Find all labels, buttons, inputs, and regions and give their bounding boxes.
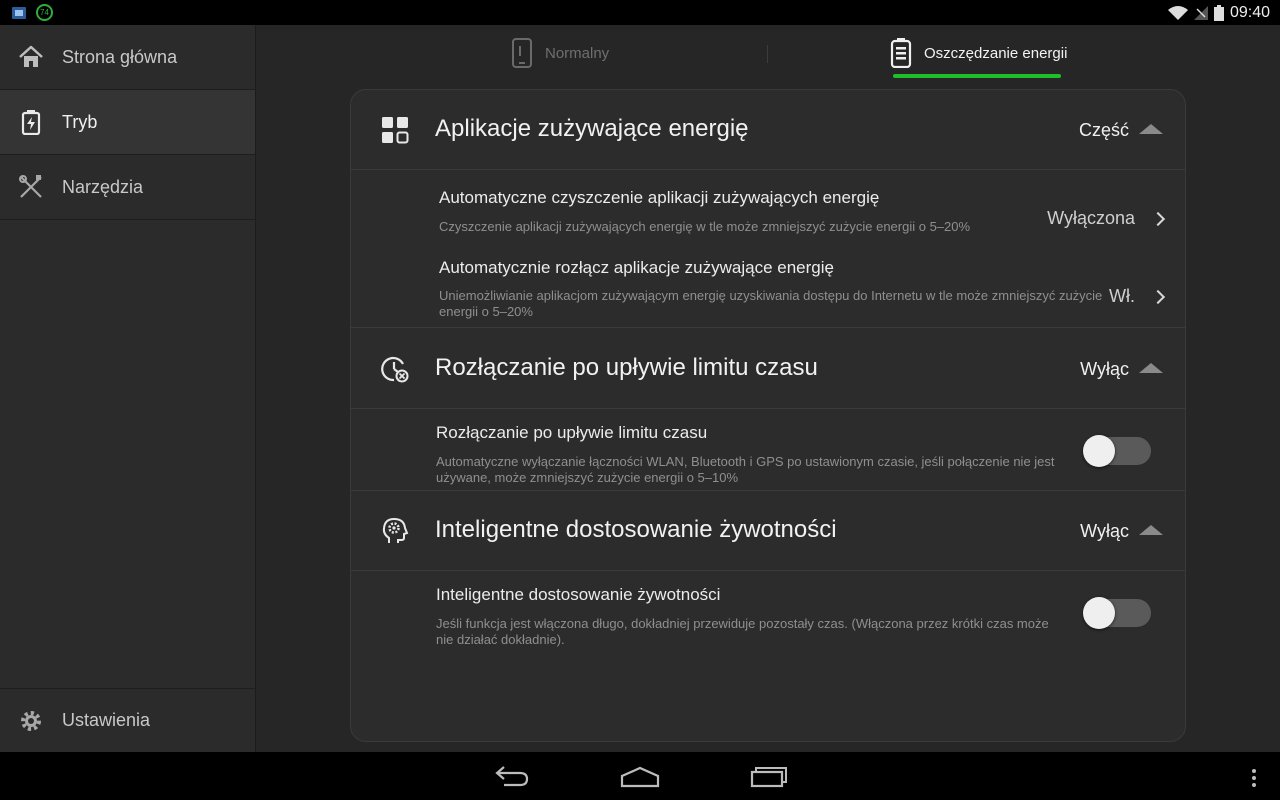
setting-value: Wyłączona	[1047, 208, 1135, 228]
notification-app-icon	[12, 6, 26, 19]
sidebar-item-label: Ustawienia	[62, 710, 151, 730]
section-status: Część	[1078, 120, 1129, 140]
status-time: 09:40	[1229, 3, 1270, 21]
chevron-right-icon	[1150, 289, 1166, 305]
home-nav-icon[interactable]	[620, 762, 660, 790]
section-title: Inteligentne dostosowanie żywotności	[435, 516, 837, 543]
battery-status-icon	[1213, 4, 1224, 21]
setting-title: Rozłączanie po upływie limitu czasu	[436, 423, 708, 442]
setting-timeout-disconnect: Rozłączanie po upływie limitu czasu Auto…	[351, 410, 1185, 491]
home-icon	[19, 45, 43, 67]
tools-icon	[19, 175, 42, 198]
setting-title: Automatycznie rozłącz aplikacje zużywają…	[439, 258, 834, 277]
tab-divider	[767, 45, 768, 63]
timeout-disconnect-toggle[interactable]	[1083, 435, 1151, 467]
section-status: Wyłąc	[1080, 521, 1129, 541]
settings-card: Aplikacje zużywające energię Część Autom…	[350, 89, 1186, 742]
apps-grid-icon	[382, 117, 409, 144]
phone-icon	[512, 38, 532, 68]
smart-battery-toggle[interactable]	[1083, 597, 1151, 629]
mode-tabs: Normalny Oszczędzanie energii	[256, 25, 1280, 81]
active-tab-indicator	[893, 74, 1061, 78]
setting-description: Automatyczne wyłączanie łączności WLAN, …	[436, 454, 1055, 485]
sidebar-item-tools[interactable]: Narzędzia	[0, 155, 255, 220]
toggle-knob	[1083, 597, 1115, 629]
notification-badge-text: 74	[40, 8, 49, 17]
tab-label: Normalny	[545, 44, 610, 62]
collapse-caret-icon[interactable]	[1139, 525, 1163, 535]
section-header-power-apps[interactable]: Aplikacje zużywające energię Część	[351, 90, 1185, 170]
back-icon[interactable]	[494, 762, 530, 790]
overflow-menu-icon[interactable]	[1250, 768, 1258, 788]
section-status: Wyłąc	[1080, 359, 1129, 379]
tab-power-saving[interactable]: Oszczędzanie energii	[890, 25, 1067, 81]
battery-bolt-icon	[21, 110, 41, 135]
setting-description: Czyszczenie aplikacji zużywających energ…	[439, 219, 971, 234]
tab-label: Oszczędzanie energii	[924, 44, 1068, 62]
system-nav-bar	[0, 752, 1280, 800]
status-bar: 74 09:40	[0, 0, 1280, 25]
setting-auto-clean[interactable]: Automatyczne czyszczenie aplikacji zużyw…	[351, 170, 1185, 242]
recent-apps-icon[interactable]	[750, 762, 788, 790]
section-header-smart-battery[interactable]: Inteligentne dostosowanie żywotności Wył…	[351, 491, 1185, 571]
collapse-caret-icon[interactable]	[1139, 124, 1163, 134]
section-title: Rozłączanie po upływie limitu czasu	[435, 354, 818, 381]
setting-description: Jeśli funkcja jest włączona długo, dokła…	[436, 616, 1049, 647]
setting-smart-battery: Inteligentne dostosowanie żywotności Jeś…	[351, 572, 1185, 654]
battery-icon	[890, 38, 912, 68]
toggle-knob	[1083, 435, 1115, 467]
sidebar-item-home[interactable]: Strona główna	[0, 25, 255, 90]
sidebar-item-label: Narzędzia	[62, 176, 144, 197]
clock-disconnect-icon	[381, 356, 409, 383]
section-header-timeout[interactable]: Rozłączanie po upływie limitu czasu Wyłą…	[351, 329, 1185, 409]
setting-auto-disconnect[interactable]: Automatycznie rozłącz aplikacje zużywają…	[351, 242, 1185, 328]
chevron-right-icon	[1150, 211, 1166, 227]
sidebar-item-label: Tryb	[62, 111, 98, 132]
setting-title: Inteligentne dostosowanie żywotności	[436, 585, 721, 604]
main-content: Normalny Oszczędzanie energii Aplikacje …	[256, 25, 1280, 752]
gear-icon	[21, 710, 41, 731]
wifi-icon	[1167, 5, 1188, 20]
setting-description: Uniemożliwianie aplikacjom zużywającym e…	[439, 288, 1103, 319]
sidebar-item-settings[interactable]: Ustawienia	[0, 688, 255, 752]
setting-value: Wł.	[1109, 286, 1135, 306]
collapse-caret-icon[interactable]	[1139, 363, 1163, 373]
tab-normal[interactable]: Normalny	[511, 25, 609, 81]
signal-icon	[1193, 5, 1208, 20]
smart-head-gear-icon	[382, 517, 409, 543]
sidebar: Strona główna Tryb Narzędzia Ustawienia	[0, 25, 256, 752]
sidebar-item-mode[interactable]: Tryb	[0, 90, 255, 155]
notification-badge-icon: 74	[36, 4, 53, 21]
sidebar-item-label: Strona główna	[62, 46, 178, 67]
setting-title: Automatyczne czyszczenie aplikacji zużyw…	[439, 188, 880, 207]
section-title: Aplikacje zużywające energię	[435, 115, 749, 142]
